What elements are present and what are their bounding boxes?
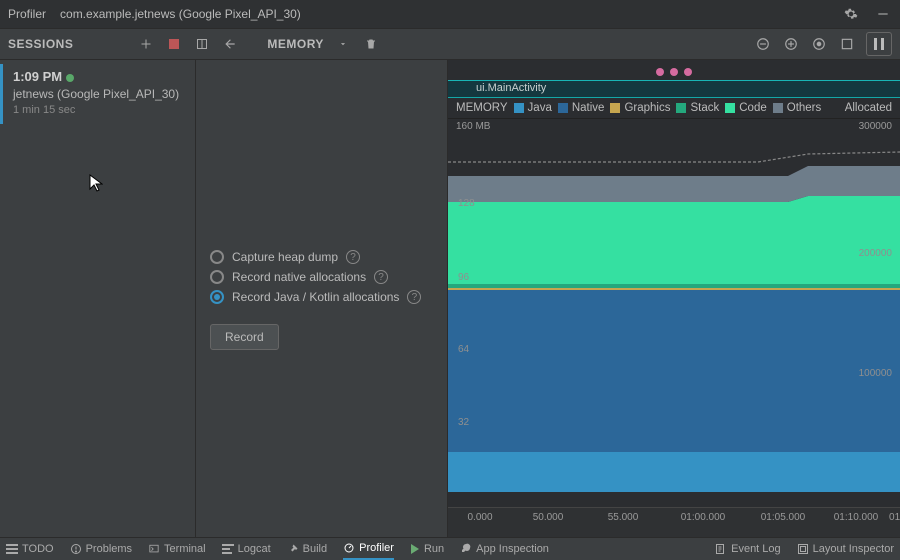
bottom-tool-bar: TODO Problems Terminal Logcat Build Prof…	[0, 537, 900, 559]
zoom-out-icon[interactable]	[754, 35, 772, 53]
y-left-tick: 32	[458, 417, 469, 428]
swatch-icon	[676, 103, 686, 113]
time-tick: 01:	[889, 512, 900, 523]
chart-body[interactable]: 128 96 64 32 200000 100000	[448, 132, 900, 507]
tab-profiler[interactable]: Profiler	[343, 538, 394, 560]
legend-graphics[interactable]: Graphics	[610, 102, 670, 114]
page-dot-icon[interactable]	[684, 68, 692, 76]
panel-toggle-icon[interactable]	[193, 35, 211, 53]
titlebar: Profiler com.example.jetnews (Google Pix…	[0, 0, 900, 28]
swatch-icon	[610, 103, 620, 113]
y-right-tick: 100000	[859, 368, 892, 379]
radio-label: Capture heap dump	[232, 250, 338, 264]
time-axis: 0.000 50.000 55.000 01:00.000 01:05.000 …	[448, 507, 900, 537]
radio-java-kotlin-allocations[interactable]: Record Java / Kotlin allocations ?	[210, 290, 433, 304]
legend-java[interactable]: Java	[514, 102, 552, 114]
legend-stack[interactable]: Stack	[676, 102, 719, 114]
session-duration: 1 min 15 sec	[13, 103, 187, 118]
radio-icon	[210, 270, 224, 284]
zoom-reset-icon[interactable]	[810, 35, 828, 53]
page-dot-icon[interactable]	[656, 68, 664, 76]
tab-problems[interactable]: Problems	[70, 543, 132, 555]
swatch-icon	[514, 103, 524, 113]
sessions-pane: 1:09 PM jetnews (Google Pixel_API_30) 1 …	[0, 60, 196, 537]
recording-options-pane: Capture heap dump ? Record native alloca…	[196, 60, 448, 537]
tab-layout-inspector[interactable]: Layout Inspector	[797, 543, 894, 555]
legend-allocated: Allocated	[845, 102, 892, 114]
stop-session-icon[interactable]	[165, 35, 183, 53]
y-left-tick: 96	[458, 272, 469, 283]
radio-heap-dump[interactable]: Capture heap dump ?	[210, 250, 433, 264]
y-right-tick: 200000	[859, 248, 892, 259]
dropdown-arrow-icon[interactable]	[334, 35, 352, 53]
y-left-max: 160 MB	[456, 121, 490, 132]
legend-native[interactable]: Native	[558, 102, 605, 114]
time-tick: 0.000	[467, 512, 492, 523]
gear-icon[interactable]	[842, 5, 860, 23]
activity-label: ui.MainActivity	[476, 82, 546, 94]
session-time: 1:09 PM	[13, 69, 62, 84]
radio-icon	[210, 250, 224, 264]
legend-code[interactable]: Code	[725, 102, 767, 114]
chart-legend: MEMORY Java Native Graphics Stack Code O…	[448, 98, 900, 119]
record-button[interactable]: Record	[210, 324, 279, 350]
radio-label: Record Java / Kotlin allocations	[232, 290, 399, 304]
back-arrow-icon[interactable]	[221, 35, 239, 53]
swatch-icon	[558, 103, 568, 113]
tab-app-inspection[interactable]: App Inspection	[460, 543, 549, 555]
radio-label: Record native allocations	[232, 270, 366, 284]
time-tick: 55.000	[608, 512, 639, 523]
main-area: 1:09 PM jetnews (Google Pixel_API_30) 1 …	[0, 60, 900, 537]
session-row[interactable]: 1:09 PM jetnews (Google Pixel_API_30) 1 …	[0, 64, 195, 124]
y-axis-top-labels: 160 MB 300000	[448, 119, 900, 132]
tab-terminal[interactable]: Terminal	[148, 543, 206, 555]
time-tick: 01:05.000	[761, 512, 806, 523]
time-tick: 01:00.000	[681, 512, 726, 523]
y-left-tick: 64	[458, 344, 469, 355]
swatch-icon	[725, 103, 735, 113]
tab-logcat[interactable]: Logcat	[222, 543, 271, 555]
pager-dots	[448, 60, 900, 80]
memory-dropdown-label[interactable]: MEMORY	[267, 37, 324, 51]
time-tick: 01:10.000	[834, 512, 879, 523]
tool-name: Profiler	[8, 7, 46, 21]
target-name: com.example.jetnews (Google Pixel_API_30…	[60, 7, 301, 21]
memory-chart-pane: ui.MainActivity MEMORY Java Native Graph…	[448, 60, 900, 537]
pause-button[interactable]	[866, 32, 892, 56]
minimize-icon[interactable]	[874, 5, 892, 23]
tab-run[interactable]: Run	[410, 543, 444, 555]
zoom-fit-icon[interactable]	[838, 35, 856, 53]
help-icon[interactable]: ?	[374, 270, 388, 284]
session-device: jetnews (Google Pixel_API_30)	[13, 86, 187, 103]
tab-todo[interactable]: TODO	[6, 543, 54, 555]
help-icon[interactable]: ?	[407, 290, 421, 304]
radio-native-allocations[interactable]: Record native allocations ?	[210, 270, 433, 284]
y-right-max: 300000	[859, 121, 892, 132]
trash-icon[interactable]	[362, 35, 380, 53]
toolbar: SESSIONS MEMORY	[0, 28, 900, 60]
time-tick: 50.000	[533, 512, 564, 523]
swatch-icon	[773, 103, 783, 113]
sessions-label: SESSIONS	[8, 37, 73, 51]
active-indicator-icon	[66, 74, 74, 82]
tab-build[interactable]: Build	[287, 543, 327, 555]
tab-event-log[interactable]: Event Log	[715, 543, 781, 555]
memory-heading: MEMORY	[456, 102, 508, 114]
activity-band: ui.MainActivity	[448, 80, 900, 98]
y-left-tick: 128	[458, 198, 475, 209]
help-icon[interactable]: ?	[346, 250, 360, 264]
page-dot-icon[interactable]	[670, 68, 678, 76]
legend-others[interactable]: Others	[773, 102, 822, 114]
radio-icon	[210, 290, 224, 304]
add-session-icon[interactable]	[137, 35, 155, 53]
zoom-in-icon[interactable]	[782, 35, 800, 53]
